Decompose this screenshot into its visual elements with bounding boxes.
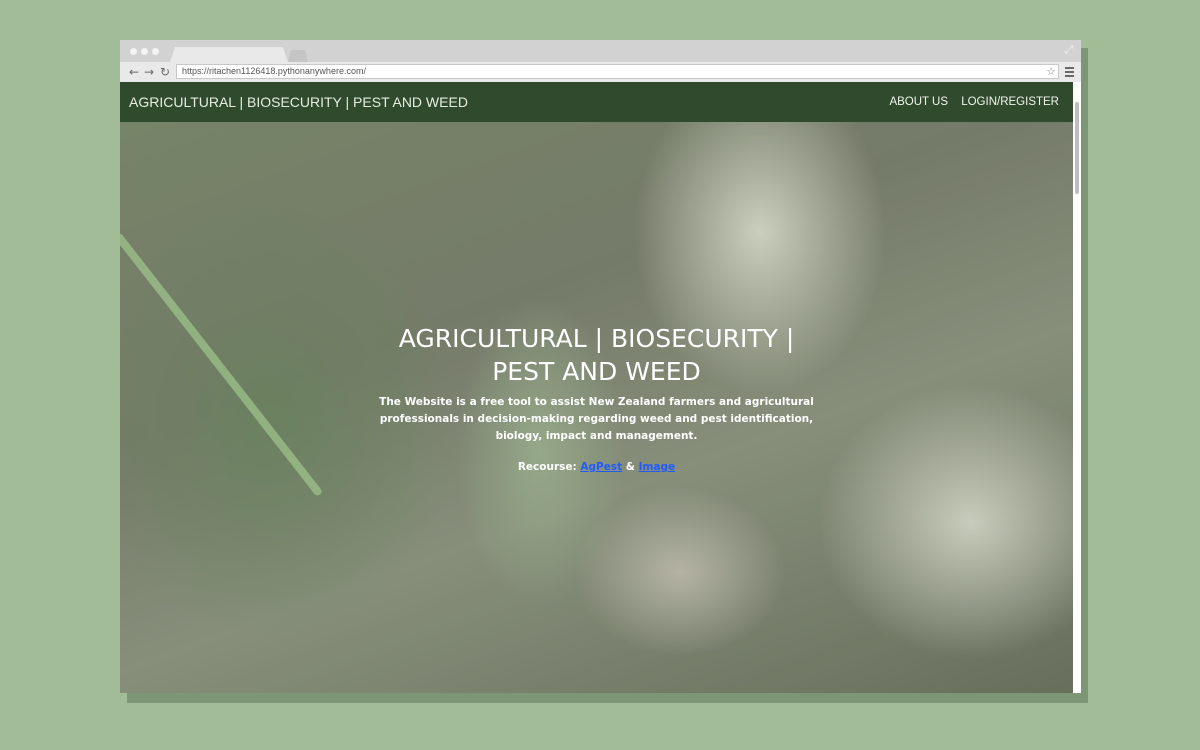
window-maximize-dot[interactable]: [152, 48, 159, 55]
star-icon[interactable]: ☆: [1046, 65, 1056, 78]
resources-line: Recourse: AgPest & Image: [120, 461, 1073, 473]
scrollbar-thumb[interactable]: [1075, 102, 1079, 194]
page-viewport: AGRICULTURAL | BIOSECURITY | PEST AND WE…: [120, 82, 1081, 693]
hero-title: AGRICULTURAL | BIOSECURITY | PEST AND WE…: [398, 324, 795, 386]
site-brand[interactable]: AGRICULTURAL | BIOSECURITY | PEST AND WE…: [129, 82, 468, 122]
maximize-icon[interactable]: ⤢: [1063, 44, 1075, 56]
window-minimize-dot[interactable]: [141, 48, 148, 55]
window-close-dot[interactable]: [130, 48, 137, 55]
browser-tab[interactable]: [170, 47, 288, 62]
hamburger-menu-icon[interactable]: [1064, 65, 1076, 79]
browser-window: ⤢ ← → ↻ https://ritachen1126418.pythonan…: [120, 40, 1081, 693]
url-text: https://ritachen1126418.pythonanywhere.c…: [182, 66, 366, 76]
resources-label: Recourse:: [517, 461, 577, 473]
page-scrollbar[interactable]: [1073, 82, 1081, 693]
nav-about-us-link[interactable]: ABOUT US: [889, 96, 948, 108]
site-navbar: AGRICULTURAL | BIOSECURITY | PEST AND WE…: [120, 82, 1073, 122]
browser-toolbar: ← → ↻ https://ritachen1126418.pythonanyw…: [120, 62, 1081, 82]
address-bar[interactable]: https://ritachen1126418.pythonanywhere.c…: [176, 64, 1059, 79]
nav-login-register-link[interactable]: LOGIN/REGISTER: [961, 96, 1059, 108]
hero-description: The Website is a free tool to assist New…: [379, 396, 814, 442]
browser-title-bar: ⤢: [120, 40, 1081, 62]
new-tab-button[interactable]: [288, 50, 308, 62]
image-link[interactable]: Image: [639, 461, 676, 473]
forward-arrow-icon[interactable]: →: [142, 64, 156, 80]
hero-section: AGRICULTURAL | BIOSECURITY | PEST AND WE…: [120, 122, 1073, 693]
reload-icon[interactable]: ↻: [158, 64, 172, 80]
nav-links: ABOUT US LOGIN/REGISTER: [879, 82, 1059, 122]
resources-separator: &: [625, 461, 635, 473]
back-arrow-icon[interactable]: ←: [127, 64, 141, 80]
agpest-link[interactable]: AgPest: [580, 461, 622, 473]
hero-content: AGRICULTURAL | BIOSECURITY | PEST AND WE…: [120, 322, 1073, 473]
